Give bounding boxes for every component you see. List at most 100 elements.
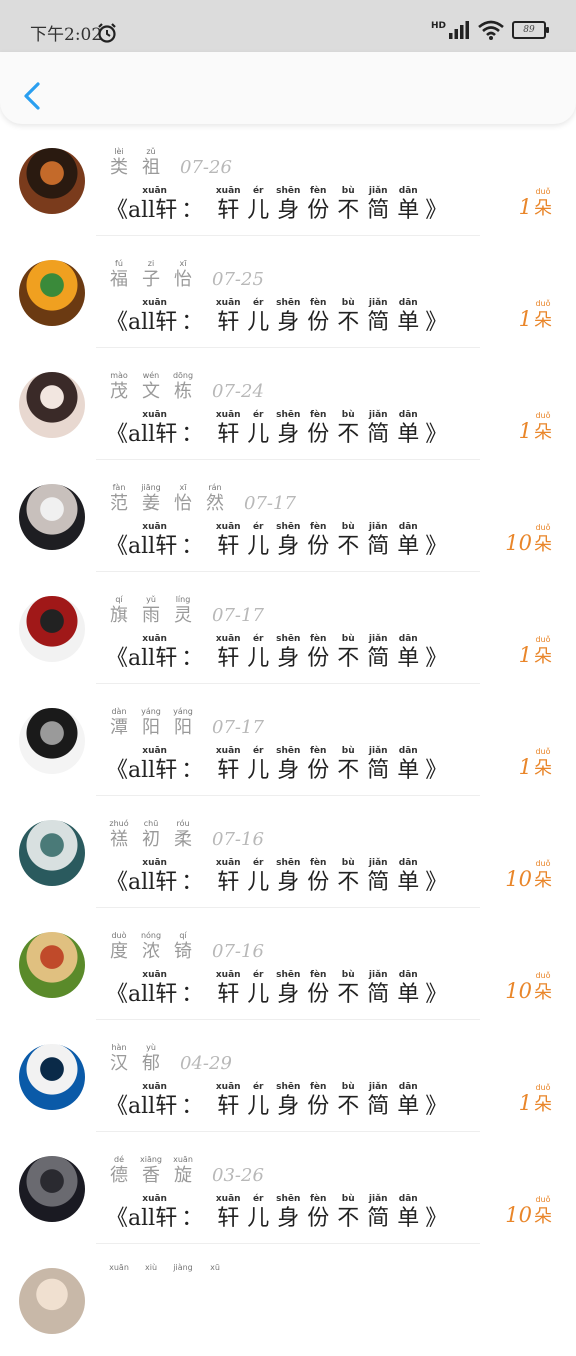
- title-hanzi: 轩: [217, 1206, 240, 1231]
- wifi-icon: [478, 20, 504, 40]
- gift-count-number: 10: [505, 531, 532, 555]
- name-char: róu 柔: [168, 818, 198, 851]
- avatar[interactable]: [19, 1044, 85, 1110]
- work-title[interactable]: 《 xuān all轩： xuān 轩 ér 儿 shēn 身 fèn 份 bù 不 jiǎn 简 dān 单》: [106, 858, 447, 897]
- gift-record-list: lèi 类 zǔ 祖 07-26 《 xuān all轩： xuān 轩 ér 儿 shēn 身 fèn 份 b…: [0, 124, 576, 1356]
- title-hanzi: 单: [397, 422, 420, 447]
- title-pinyin: dān: [398, 522, 418, 532]
- avatar[interactable]: [19, 260, 85, 326]
- avatar[interactable]: [19, 932, 85, 998]
- name-line: duò 度 nóng 浓 qí 锜 07-16: [104, 930, 264, 963]
- list-item[interactable]: hàn 汉 yù 郁 04-29 《 xuān all轩： xuān 轩 ér 儿 shēn 身 fèn 份 b…: [0, 1020, 576, 1132]
- title-pinyin: jiǎn: [368, 522, 388, 532]
- title-char: xuān 轩: [213, 186, 243, 225]
- gift-count: 10 duǒ 朵: [505, 522, 552, 557]
- title-char: dān 单: [393, 298, 423, 337]
- list-item[interactable]: mào 茂 wén 文 dōng 栋 07-24 《 xuān all轩： xuān 轩 ér 儿 shēn…: [0, 348, 576, 460]
- title-colon: ：: [181, 1206, 204, 1231]
- title-hanzi: 身: [277, 1206, 300, 1231]
- avatar[interactable]: [19, 596, 85, 662]
- avatar[interactable]: [19, 148, 85, 214]
- title-char: jiǎn 简: [363, 1194, 393, 1233]
- title-hanzi: 轩: [217, 310, 240, 335]
- avatar[interactable]: [19, 1268, 85, 1334]
- title-pinyin: xuān: [215, 522, 241, 532]
- work-title[interactable]: 《 xuān all轩： xuān 轩 ér 儿 shēn 身 fèn 份 bù 不 jiǎn 简 dān 单》: [106, 410, 447, 449]
- title-prefix-pinyin: xuān: [142, 186, 167, 196]
- list-item[interactable]: lèi 类 zǔ 祖 07-26 《 xuān all轩： xuān 轩 ér 儿 shēn 身 fèn 份 b…: [0, 124, 576, 236]
- work-title[interactable]: 《 xuān all轩： xuān 轩 ér 儿 shēn 身 fèn 份 bù 不 jiǎn 简 dān 单》: [106, 522, 447, 561]
- list-item[interactable]: fàn 范 jiāng 姜 xī 怡 rán 然 07-17 《 xuān all轩： xuān 轩 ér 儿…: [0, 460, 576, 572]
- title-char: xuān 轩: [213, 970, 243, 1009]
- title-pinyin: shēn: [276, 298, 301, 308]
- title-char: dān 单: [393, 746, 423, 785]
- title-hanzi: 单: [397, 982, 420, 1007]
- title-char: dān 单: [393, 858, 423, 897]
- title-pinyin: ér: [252, 1082, 264, 1092]
- title-char: shēn 身: [273, 970, 303, 1009]
- name-pinyin: zǔ: [146, 147, 156, 156]
- name-pinyin: mào: [110, 371, 128, 380]
- name-char: dōng 栋: [168, 370, 198, 403]
- title-char: jiǎn 简: [363, 970, 393, 1009]
- title-hanzi: 份: [307, 1094, 330, 1119]
- work-title[interactable]: 《 xuān all轩： xuān 轩 ér 儿 shēn 身 fèn 份 bù 不 jiǎn 简 dān 单》: [106, 746, 447, 785]
- list-item[interactable]: duò 度 nóng 浓 qí 锜 07-16 《 xuān all轩： xuān 轩 ér 儿 shēn 身…: [0, 908, 576, 1020]
- list-item-partial[interactable]: xuān xiù jiàng xū: [0, 1244, 576, 1356]
- list-item[interactable]: qí 旗 yǔ 雨 líng 灵 07-17 《 xuān all轩： xuān 轩 ér 儿 shēn 身 f…: [0, 572, 576, 684]
- name-line: hàn 汉 yù 郁 04-29: [104, 1042, 232, 1075]
- avatar[interactable]: [19, 708, 85, 774]
- title-pinyin: xuān: [215, 970, 241, 980]
- list-item[interactable]: zhuó 禚 chū 初 róu 柔 07-16 《 xuān all轩： xuān 轩 ér 儿 shēn…: [0, 796, 576, 908]
- title-char: xuān 轩: [213, 858, 243, 897]
- title-char: shēn 身: [273, 1082, 303, 1121]
- title-pinyin: jiǎn: [368, 858, 388, 868]
- avatar[interactable]: [19, 820, 85, 886]
- title-prefix: xuān all轩: [128, 410, 181, 449]
- top-app-bar: [0, 52, 576, 124]
- title-hanzi: 单: [397, 870, 420, 895]
- gift-unit-pinyin: duǒ: [535, 187, 551, 196]
- name-line: zhuó 禚 chū 初 róu 柔 07-16: [104, 818, 264, 851]
- avatar[interactable]: [19, 484, 85, 550]
- title-char: bù 不: [333, 1082, 363, 1121]
- work-title[interactable]: 《 xuān all轩： xuān 轩 ér 儿 shēn 身 fèn 份 bù 不 jiǎn 简 dān 单》: [106, 1082, 447, 1121]
- title-char: ér 儿: [243, 1082, 273, 1121]
- title-pinyin: xuān: [215, 858, 241, 868]
- name-char: líng 灵: [168, 594, 198, 627]
- title-close-bracket: 》: [425, 310, 448, 335]
- gift-count-number: 1: [518, 643, 532, 667]
- user-name: dàn 潭 yáng 阳 yáng 阳: [104, 706, 200, 739]
- gift-unit-pinyin: duǒ: [535, 971, 551, 980]
- work-title[interactable]: 《 xuān all轩： xuān 轩 ér 儿 shēn 身 fèn 份 bù 不 jiǎn 简 dān 单》: [106, 970, 447, 1009]
- avatar[interactable]: [19, 372, 85, 438]
- work-title[interactable]: 《 xuān all轩： xuān 轩 ér 儿 shēn 身 fèn 份 bù 不 jiǎn 简 dān 单》: [106, 298, 447, 337]
- work-title[interactable]: 《 xuān all轩： xuān 轩 ér 儿 shēn 身 fèn 份 bù 不 jiǎn 简 dān 单》: [106, 1194, 447, 1233]
- title-prefix-pinyin: xuān: [142, 410, 167, 420]
- name-hanzi: 旗: [110, 605, 128, 626]
- work-title[interactable]: 《 xuān all轩： xuān 轩 ér 儿 shēn 身 fèn 份 bù 不 jiǎn 简 dān 单》: [106, 634, 447, 673]
- work-title[interactable]: 《 xuān all轩： xuān 轩 ér 儿 shēn 身 fèn 份 bù 不 jiǎn 简 dān 单》: [106, 186, 447, 225]
- date: 07-17: [212, 605, 264, 626]
- name-hanzi: 福: [110, 269, 128, 290]
- title-char: fèn 份: [303, 410, 333, 449]
- title-char: xuān 轩: [213, 298, 243, 337]
- title-hanzi: 不: [337, 982, 360, 1007]
- title-pinyin: bù: [341, 746, 355, 756]
- list-item[interactable]: dé 德 xiāng 香 xuān 旋 03-26 《 xuān all轩： xuān 轩 ér 儿 shē…: [0, 1132, 576, 1244]
- title-hanzi: 不: [337, 1094, 360, 1119]
- name-pinyin: xū: [210, 1263, 220, 1272]
- list-item[interactable]: dàn 潭 yáng 阳 yáng 阳 07-17 《 xuān all轩： xuān 轩 ér 儿 shē…: [0, 684, 576, 796]
- name-char: xī 怡: [168, 258, 198, 291]
- title-prefix-pinyin: xuān: [142, 298, 167, 308]
- name-char: fàn 范: [104, 482, 134, 515]
- chevron-left-icon[interactable]: [20, 78, 44, 114]
- list-item[interactable]: fú 福 zi 子 xī 怡 07-25 《 xuān all轩： xuān 轩 ér 儿 shēn 身 fèn…: [0, 236, 576, 348]
- title-close-bracket: 》: [425, 534, 448, 559]
- name-pinyin: xī: [179, 259, 187, 268]
- title-hanzi: 不: [337, 1206, 360, 1231]
- avatar[interactable]: [19, 1156, 85, 1222]
- user-name: duò 度 nóng 浓 qí 锜: [104, 930, 200, 963]
- title-prefix-text: all轩: [128, 534, 178, 559]
- gift-unit: duǒ 朵: [534, 1082, 552, 1117]
